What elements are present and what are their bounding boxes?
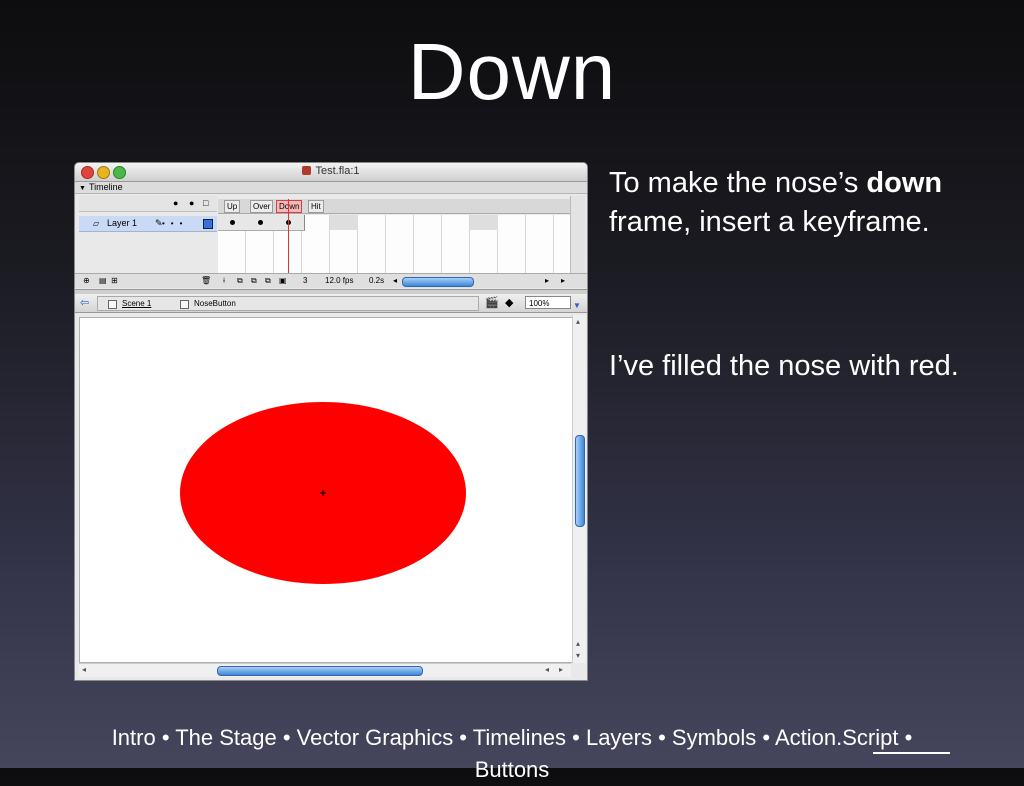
frame-label-hit[interactable]: Hit [308, 200, 324, 213]
button-symbol-icon [180, 300, 189, 309]
zoom-field[interactable]: 100% [525, 296, 571, 309]
layer-icon: ▱ [93, 219, 100, 228]
frame-block [330, 215, 358, 230]
bullet1-bold: down [866, 167, 943, 199]
frame-label-down[interactable]: Down [276, 200, 303, 213]
timeline-frames[interactable] [218, 215, 570, 274]
edit-bar: ⇦ Scene 1 NoseButton 🎬 ◆ 100% ▼ [75, 294, 587, 313]
slide-title: Down [407, 27, 617, 116]
onion-skin-icon[interactable]: ⧉ [237, 274, 243, 288]
center-frame-icon[interactable]: ⟊ [223, 274, 225, 288]
add-guide-icon[interactable]: ⊞ [111, 274, 118, 288]
disclosure-triangle-icon[interactable]: ▼ [79, 185, 86, 192]
elapsed-time: 0.2s [369, 276, 385, 285]
window-title: Test.fla:1 [75, 165, 587, 177]
window-title-text: Test.fla:1 [315, 165, 360, 177]
bullet-filled-red: I’ve filled the nose with red. [609, 350, 959, 382]
layer-header-row: ● ● □ [79, 196, 217, 212]
flash-window: Test.fla:1 ▼ Timeline ● ● □ Up Over Down … [74, 162, 588, 681]
add-folder-icon[interactable]: ▤ [99, 274, 107, 288]
edit-symbol-icon[interactable]: ◆ [505, 294, 513, 312]
timeline-status-bar: ⊕ ▤ ⊞ 🗑 ⟊ ⧉ ⧉ ⧉ ▣ 3 12.0 fps 0.2s ◂ ▸ ▸ [75, 273, 587, 288]
breadcrumb-symbol[interactable]: NoseButton [194, 297, 236, 310]
stage-canvas[interactable] [79, 317, 573, 663]
lock-icon[interactable]: ● [189, 198, 194, 208]
onion-outline-icon[interactable]: ⧉ [251, 274, 257, 288]
stage-horizontal-thumb[interactable] [217, 666, 423, 676]
scroll-right-icon[interactable]: ▸ [559, 665, 563, 674]
fla-file-icon [302, 166, 312, 175]
scroll-up-icon[interactable]: ▴ [576, 317, 580, 326]
layer-row[interactable]: ▱ Layer 1 ✎ ••• [79, 216, 217, 232]
stage-horizontal-scrollbar[interactable]: ◂ ◂ ▸ [79, 663, 571, 677]
stage-svg [180, 402, 466, 584]
scroll-up-icon[interactable]: ▴ [576, 639, 580, 648]
layer-visibility-dots[interactable]: ••• [162, 216, 188, 231]
edit-multiple-icon[interactable]: ⧉ [265, 274, 271, 288]
stage-vertical-scrollbar[interactable]: ▴ ▴ ▾ [572, 315, 586, 663]
scroll-left-icon[interactable]: ◂ [393, 274, 397, 288]
nav-links-buttons[interactable]: Buttons [0, 754, 1024, 786]
timeline-vertical-scrollbar[interactable] [570, 196, 585, 274]
back-arrow-icon[interactable]: ⇦ [80, 294, 89, 312]
scroll-down-icon[interactable]: ▾ [576, 651, 580, 660]
playhead[interactable] [288, 199, 289, 275]
layer-color-swatch[interactable] [203, 219, 213, 229]
current-frame: 3 [303, 276, 308, 285]
frame-block [470, 215, 498, 230]
bullet1-text-pre: To make the nose’s [609, 167, 867, 199]
frame-label-over[interactable]: Over [250, 200, 274, 213]
keyframe-up[interactable] [230, 220, 235, 225]
breadcrumb: Scene 1 NoseButton [97, 296, 479, 311]
edit-scene-icon[interactable]: 🎬 [485, 294, 499, 312]
layer-name[interactable]: Layer 1 [107, 216, 137, 231]
nav-links[interactable]: Intro • The Stage • Vector Graphics • Ti… [0, 722, 1024, 754]
trash-icon[interactable]: 🗑 [201, 274, 211, 288]
window-titlebar: Test.fla:1 [75, 163, 587, 182]
scene-icon [108, 300, 117, 309]
frame-label-up[interactable]: Up [224, 200, 241, 213]
onion-markers-icon[interactable]: ▣ [279, 274, 287, 288]
scroll-left-icon[interactable]: ◂ [82, 665, 86, 674]
timeline-panel-header[interactable]: ▼ Timeline [75, 182, 587, 194]
breadcrumb-scene[interactable]: Scene 1 [122, 297, 151, 310]
frame-labels-row: Up Over Down Hit [218, 199, 570, 214]
stage-vertical-thumb[interactable] [575, 435, 585, 527]
outline-icon[interactable]: □ [203, 198, 208, 208]
bullet-insert-keyframe: To make the nose’s down frame, insert a … [609, 164, 1009, 242]
keyframe-cells[interactable] [218, 215, 305, 231]
zoom-dropdown-icon[interactable]: ▼ [573, 297, 581, 315]
bullet1-text-post: frame, insert a keyframe. [609, 206, 930, 238]
frame-rate: 12.0 fps [325, 276, 354, 285]
scroll-right-icon[interactable]: ▸ [545, 274, 549, 288]
eye-icon[interactable]: ● [173, 198, 178, 208]
scroll-left-icon[interactable]: ◂ [545, 665, 549, 674]
scroll-right-icon[interactable]: ▸ [561, 274, 565, 288]
keyframe-over[interactable] [258, 220, 263, 225]
timeline-label: Timeline [88, 182, 123, 192]
add-layer-icon[interactable]: ⊕ [83, 274, 90, 288]
timeline-scroll-thumb[interactable] [402, 277, 474, 287]
